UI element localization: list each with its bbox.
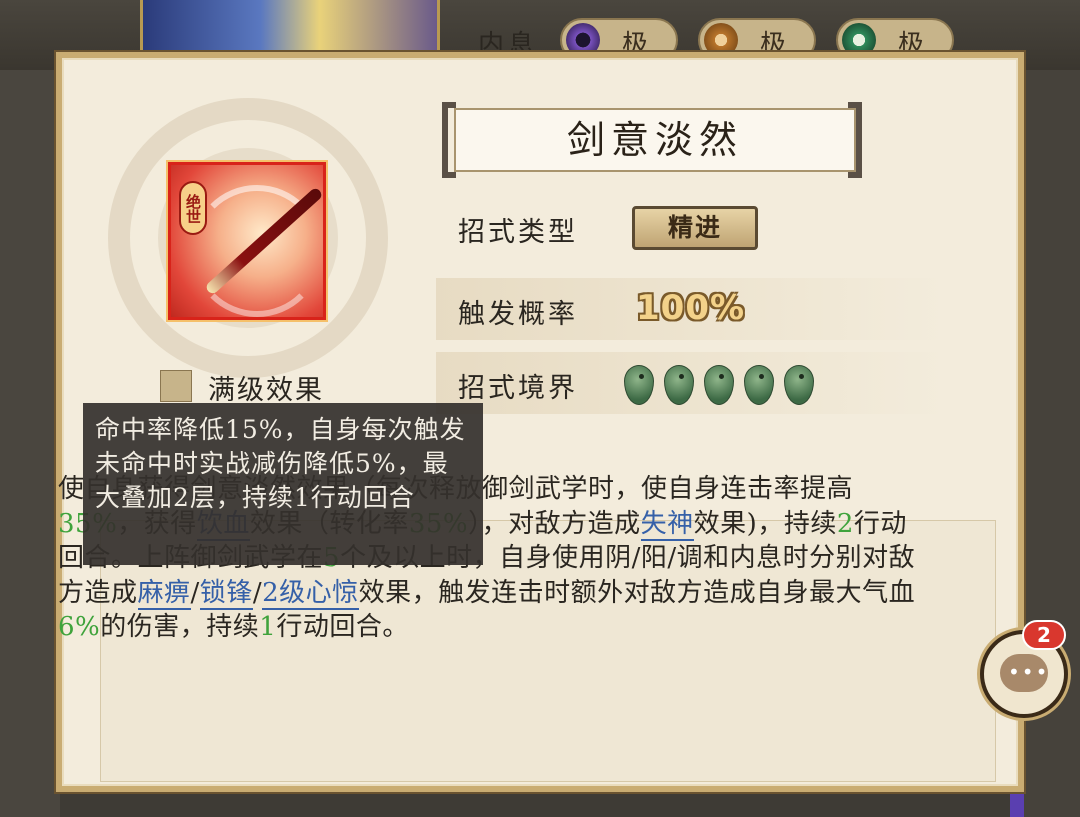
skill-type-tag: 精进 xyxy=(632,206,758,250)
background-left-edge xyxy=(0,0,60,817)
max-effect-label[interactable]: 满级效果 xyxy=(208,368,324,407)
description-text: / xyxy=(190,577,200,608)
tooltip-text: 命中率降低15%，自身每次触发未命中时实战减伤降低5%，最大叠加2层，持续1行动… xyxy=(95,415,466,512)
description-value: 1 xyxy=(259,612,277,642)
description-text: 行动回合。 xyxy=(276,612,409,642)
skill-type-label: 招式类型 xyxy=(458,217,578,248)
description-keyword-link[interactable]: 2级心惊 xyxy=(262,577,359,610)
trigger-rate-label: 触发概率 xyxy=(458,299,578,330)
title-bracket-right xyxy=(848,102,862,178)
max-effect-tooltip: 命中率降低15%，自身每次触发未命中时实战减伤降低5%，最大叠加2层，持续1行动… xyxy=(83,403,483,565)
description-keyword-link[interactable]: 麻痹 xyxy=(137,577,191,610)
skill-realm-label: 招式境界 xyxy=(458,373,578,404)
rarity-badge: 绝世 xyxy=(179,181,207,235)
description-text: / xyxy=(252,577,263,608)
description-value: 2 xyxy=(836,508,854,539)
description-text: 效果)，持续 xyxy=(693,508,837,539)
description-text: ），对敌方造成 xyxy=(468,508,641,539)
description-keyword-link[interactable]: 锁锋 xyxy=(199,577,253,610)
description-value: 6% xyxy=(58,612,101,642)
max-effect-checkbox[interactable] xyxy=(160,370,192,402)
chat-dots-icon: ••• xyxy=(1008,660,1050,684)
chat-unread-badge: 2 xyxy=(1022,620,1066,650)
description-text: 效果，触发连击时额外对敌方造成自身最大气血 xyxy=(358,577,916,608)
description-text: 的伤害，持续 xyxy=(100,612,260,642)
trigger-rate-value: 100% xyxy=(636,288,746,328)
skill-title: 剑意淡然 xyxy=(454,108,856,172)
sword-skill-icon: 绝世 xyxy=(168,162,326,320)
description-keyword-link[interactable]: 失神 xyxy=(640,508,694,541)
character-portrait xyxy=(140,0,440,56)
